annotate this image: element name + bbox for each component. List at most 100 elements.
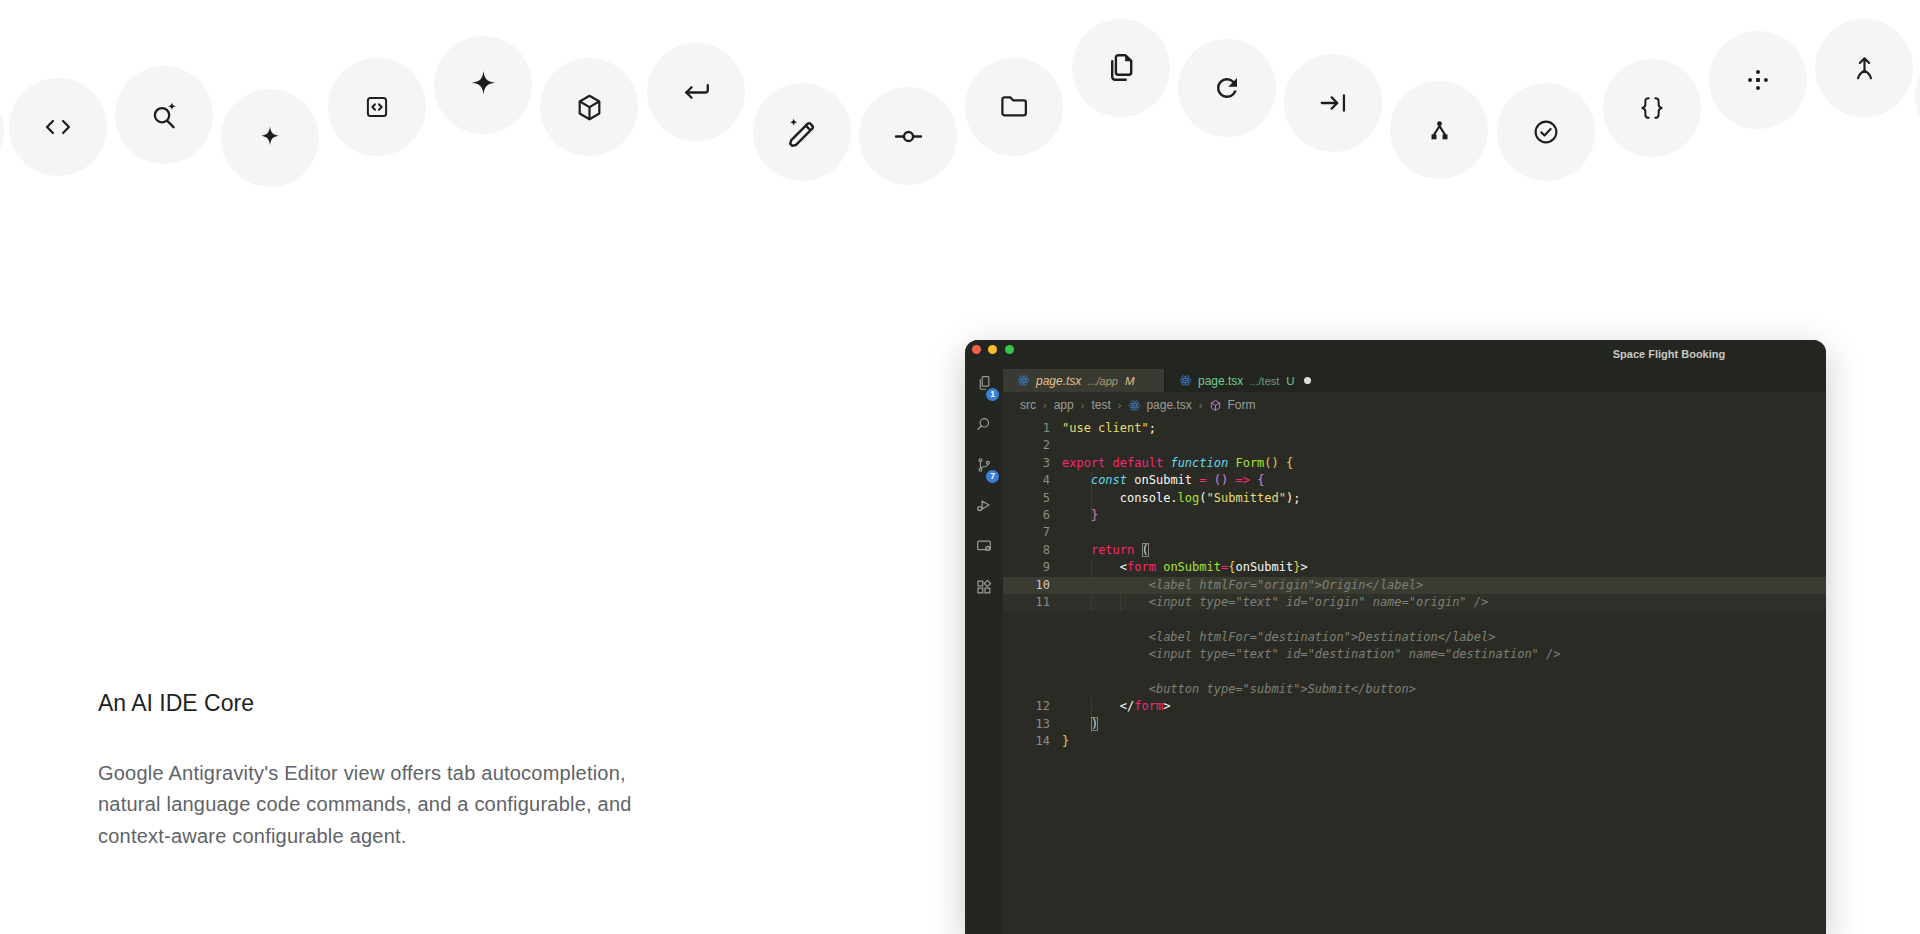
code-line[interactable]: 14} xyxy=(1003,733,1826,750)
intro-section: An AI IDE Core Google Antigravity's Edit… xyxy=(98,688,632,852)
code-line[interactable]: <button type="submit">Submit</button> xyxy=(1003,681,1826,698)
code-line[interactable]: 8 return ( xyxy=(1003,542,1826,559)
tab-arrow-icon xyxy=(1317,87,1349,119)
hero-circle xyxy=(9,78,107,176)
code-text: return ( xyxy=(1062,542,1149,559)
tab-dir: .../test xyxy=(1249,375,1279,387)
hero-circle xyxy=(1390,81,1488,179)
line-number: 1 xyxy=(1003,420,1050,437)
code-line[interactable]: 4 const onSubmit = () => { xyxy=(1003,472,1826,489)
intro-paragraph: Google Antigravity's Editor view offers … xyxy=(98,758,632,852)
line-number: 7 xyxy=(1003,524,1050,541)
breadcrumb-item[interactable]: src xyxy=(1020,398,1036,412)
tab-app-page.tsx[interactable]: page.tsx.../appM xyxy=(1003,369,1165,392)
react-icon xyxy=(1128,399,1141,412)
code-line[interactable] xyxy=(1003,611,1826,628)
code-line[interactable]: 1 "use client"; xyxy=(1003,420,1826,437)
code-text: <label htmlFor="origin">Origin</label> xyxy=(1062,577,1423,594)
line-number: 5 xyxy=(1003,490,1050,507)
code-icon xyxy=(42,111,74,143)
breadcrumb-item[interactable]: Form xyxy=(1227,398,1255,412)
breadcrumb-item[interactable]: page.tsx xyxy=(1146,398,1191,412)
braces-icon xyxy=(1638,94,1666,122)
code-line[interactable]: 12 </form> xyxy=(1003,698,1826,715)
copy-pages-icon xyxy=(1104,51,1138,85)
tab-test-page.tsx[interactable]: page.tsx.../testU xyxy=(1165,369,1326,392)
code-line[interactable]: 5 console.log("Submitted"); xyxy=(1003,490,1826,507)
activity-remote-icon[interactable] xyxy=(965,526,1003,566)
intro-heading: An AI IDE Core xyxy=(98,688,632,718)
sparkle-icon xyxy=(255,123,285,153)
code-text: "use client"; xyxy=(1062,420,1156,437)
code-text: </form> xyxy=(1062,698,1170,715)
hero-circle xyxy=(434,36,532,134)
sparkle-large-icon xyxy=(465,67,502,104)
tab-git-status: U xyxy=(1286,375,1294,387)
magic-pencil-icon xyxy=(785,115,819,149)
line-number: 10 xyxy=(1003,577,1050,594)
activity-bar: 17 xyxy=(965,369,1003,934)
activity-debug-icon[interactable] xyxy=(965,485,1003,525)
code-text: <input type="text" id="origin" name="ori… xyxy=(1062,594,1488,611)
line-number: 3 xyxy=(1003,455,1050,472)
code-line[interactable]: 3 export default function Form() { xyxy=(1003,455,1826,472)
git-commit-icon xyxy=(892,120,925,153)
activity-files-icon[interactable]: 1 xyxy=(965,363,1003,403)
symbol-cube-icon xyxy=(1209,399,1222,412)
code-line[interactable]: 9 <form onSubmit={onSubmit}> xyxy=(1003,559,1826,576)
activity-source-control-icon[interactable]: 7 xyxy=(965,445,1003,485)
hero-circle xyxy=(753,83,851,181)
hero-circle xyxy=(115,66,213,164)
hero-circle xyxy=(1915,47,1920,145)
code-line[interactable] xyxy=(1003,663,1826,680)
window-titlebar[interactable]: Space Flight Booking xyxy=(965,340,1826,369)
code-line[interactable]: 13 ) xyxy=(1003,716,1826,733)
code-line[interactable]: <input type="text" id="destination" name… xyxy=(1003,646,1826,663)
code-text: export default function Form() { xyxy=(1062,455,1293,472)
hero-circle xyxy=(1815,19,1913,117)
branch-split-icon xyxy=(1425,116,1454,145)
code-text: } xyxy=(1062,507,1098,524)
search-sparkle-icon xyxy=(148,99,181,132)
dirty-indicator[interactable] xyxy=(1304,377,1311,384)
hero-circle xyxy=(859,87,957,185)
tab-git-status: M xyxy=(1125,375,1135,387)
line-number: 14 xyxy=(1003,733,1050,750)
code-line[interactable]: 11 <input type="text" id="origin" name="… xyxy=(1003,594,1826,611)
code-text: const onSubmit = () => { xyxy=(1062,472,1264,489)
line-number: 11 xyxy=(1003,594,1050,611)
breadcrumb-separator: › xyxy=(1043,399,1047,411)
page: An AI IDE Core Google Antigravity's Edit… xyxy=(0,0,1920,934)
activity-search-icon[interactable] xyxy=(965,404,1003,444)
breadcrumb-item[interactable]: app xyxy=(1054,398,1074,412)
hero-circle xyxy=(1178,39,1276,137)
code-line[interactable]: 7 xyxy=(1003,524,1826,541)
code-box-icon xyxy=(363,93,391,121)
return-arrow-icon xyxy=(680,76,713,109)
react-icon xyxy=(1017,374,1030,387)
hero-circle xyxy=(1603,59,1701,157)
minimize-light[interactable] xyxy=(988,345,997,354)
zoom-light[interactable] xyxy=(1005,345,1014,354)
hero-circle xyxy=(1072,19,1170,117)
window-title: Space Flight Booking xyxy=(1613,340,1725,369)
code-text: <form onSubmit={onSubmit}> xyxy=(1062,559,1308,576)
drag-dots-icon xyxy=(1744,66,1772,94)
code-line[interactable]: 6 } xyxy=(1003,507,1826,524)
breadcrumb-item[interactable]: test xyxy=(1091,398,1110,412)
breadcrumb-separator: › xyxy=(1081,399,1085,411)
refresh-icon xyxy=(1212,73,1242,103)
breadcrumb-separator: › xyxy=(1199,399,1203,411)
code-line[interactable]: 2 xyxy=(1003,437,1826,454)
breadcrumb[interactable]: src›app›test›page.tsx›Form xyxy=(1003,392,1826,418)
activity-extensions-icon[interactable] xyxy=(965,567,1003,607)
hero-circle xyxy=(328,58,426,156)
code-line[interactable]: 10 <label htmlFor="origin">Origin</label… xyxy=(1003,577,1826,594)
close-light[interactable] xyxy=(972,345,981,354)
merge-arrow-icon xyxy=(1849,53,1880,84)
code-text: <button type="submit">Submit</button> xyxy=(1062,681,1416,698)
code-line[interactable]: <label htmlFor="destination">Destination… xyxy=(1003,629,1826,646)
code-editor[interactable]: 1 "use client"; 23 export default function … xyxy=(1003,420,1826,750)
code-text: console.log("Submitted"); xyxy=(1062,490,1300,507)
line-number: 2 xyxy=(1003,437,1050,454)
